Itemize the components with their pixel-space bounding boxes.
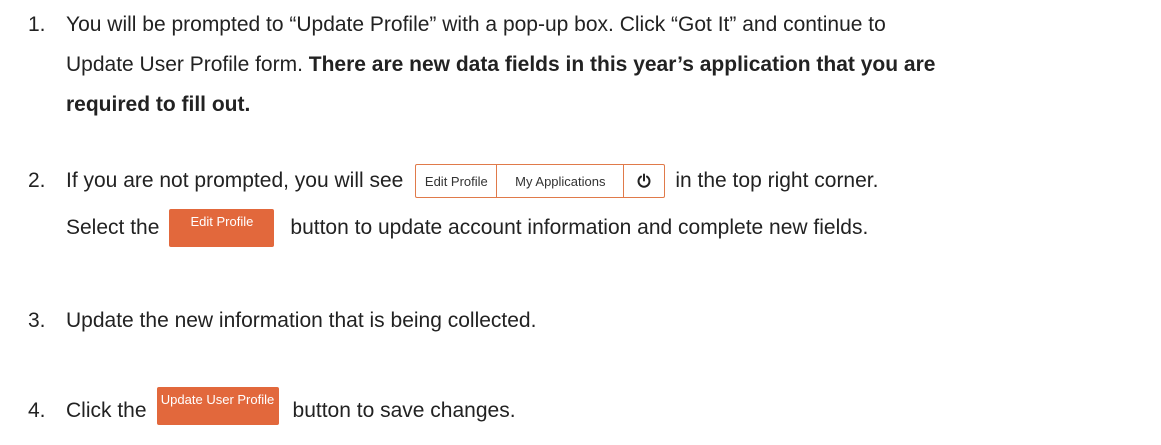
step-4-text-after: button to save changes.: [292, 399, 516, 422]
step-3-text: Update the new information that is being…: [66, 309, 537, 332]
step-2-text-after: in the top right corner.: [675, 169, 879, 192]
logout-button[interactable]: [624, 165, 664, 197]
edit-profile-nav-button[interactable]: Edit Profile: [416, 165, 498, 197]
instructions-page: { "steps": [ { "number": "1.", "line1": …: [0, 0, 1161, 445]
step-number: 4.: [28, 399, 46, 422]
step-4-line: Click the Update User Profile button to …: [66, 387, 516, 430]
step-1-line-2: Update User Profile form. There are new …: [66, 46, 935, 84]
step-4-text-before: Click the: [66, 399, 147, 422]
power-icon: [637, 173, 651, 188]
step-2-text-end: button to update account information and…: [290, 216, 869, 239]
step-2-line-2: Select the Edit Profile button to update…: [66, 209, 868, 247]
step-2-line-1: If you are not prompted, you will see Ed…: [66, 162, 878, 200]
step-number: 3.: [28, 309, 46, 332]
step-number: 2.: [28, 169, 46, 192]
edit-profile-button[interactable]: Edit Profile: [169, 209, 275, 247]
step-1-bold-text-2: required to fill out.: [66, 93, 251, 116]
my-applications-nav-button[interactable]: My Applications: [497, 165, 625, 197]
step-2-text-before: If you are not prompted, you will see: [66, 169, 404, 192]
step-1-line-3: required to fill out.: [66, 86, 250, 124]
step-1-bold-text: There are new data fields in this year’s…: [308, 53, 936, 76]
update-user-profile-button[interactable]: Update User Profile: [156, 387, 279, 425]
step-2-text-select: Select the: [66, 216, 160, 239]
step-1-text: Update User Profile form.: [66, 53, 309, 76]
step-1-line-1: You will be prompted to “Update Profile”…: [66, 13, 886, 36]
nav-button-group: Edit Profile My Applications: [415, 164, 666, 198]
step-number: 1.: [28, 13, 46, 36]
